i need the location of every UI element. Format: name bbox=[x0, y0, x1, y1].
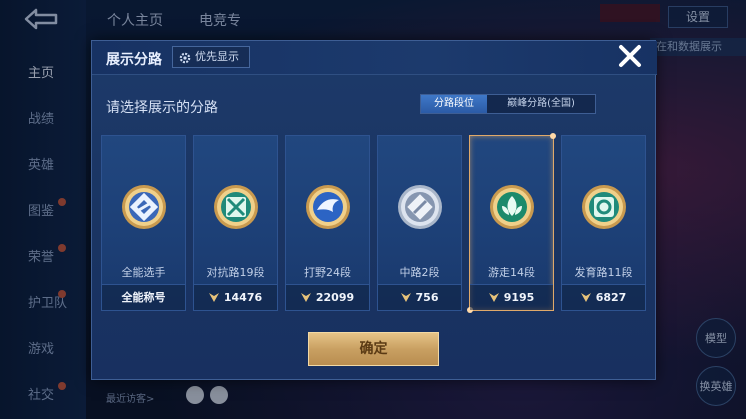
lane-card[interactable]: 中路2段 756 bbox=[377, 135, 462, 311]
all-round-emblem-icon bbox=[119, 182, 169, 232]
lane-display-modal: 展示分路 优先显示 请选择展示的分路 分路段位 巅峰分路(全国) 全能选手全能称… bbox=[91, 40, 657, 380]
segment-lane-rank[interactable]: 分路段位 bbox=[421, 95, 487, 113]
lane-rank-label: 对抗路19段 bbox=[206, 266, 265, 279]
lane-cards: 全能选手 全能称号 对抗路19段 14476 打野24段 22099 中路2段 756 游走14… bbox=[101, 133, 646, 313]
lane-card-footer: 9195 bbox=[470, 284, 553, 310]
priority-display-label: 优先显示 bbox=[195, 50, 239, 63]
lane-score-value: 9195 bbox=[503, 291, 535, 304]
selection-corner bbox=[550, 133, 556, 139]
score-chevron-icon bbox=[400, 286, 411, 302]
clash-lane-emblem-icon bbox=[211, 182, 261, 232]
mid-lane-emblem-icon bbox=[395, 182, 445, 232]
lane-rank-label: 游走14段 bbox=[488, 266, 535, 279]
lane-card-footer: 756 bbox=[378, 284, 461, 310]
score-chevron-icon bbox=[208, 286, 219, 302]
lane-card[interactable]: 对抗路19段 14476 bbox=[193, 135, 278, 311]
title-label: 全能称号 bbox=[121, 291, 166, 304]
score-chevron-icon bbox=[580, 286, 591, 302]
score-chevron-icon bbox=[300, 286, 311, 302]
lane-rank-label: 发育路11段 bbox=[574, 266, 633, 279]
lane-rank-label: 中路2段 bbox=[399, 266, 440, 279]
modal-title: 展示分路 bbox=[106, 52, 162, 68]
lane-score-value: 14476 bbox=[223, 291, 263, 304]
priority-display-button[interactable]: 优先显示 bbox=[172, 46, 250, 68]
lane-rank-label: 打野24段 bbox=[304, 266, 351, 279]
lane-score-value: 22099 bbox=[315, 291, 355, 304]
modal-subtitle: 请选择展示的分路 bbox=[106, 100, 218, 116]
lane-rank-label: 全能选手 bbox=[121, 266, 166, 279]
score-chevron-icon bbox=[488, 286, 499, 302]
lane-card[interactable]: 游走14段 9195 bbox=[467, 133, 556, 313]
lane-score-value: 6827 bbox=[595, 291, 627, 304]
lane-card-footer: 14476 bbox=[194, 284, 277, 310]
lane-score-value: 756 bbox=[415, 291, 439, 304]
lane-card-footer: 6827 bbox=[562, 284, 645, 310]
modal-header: 展示分路 优先显示 bbox=[92, 41, 657, 75]
confirm-button[interactable]: 确定 bbox=[308, 332, 439, 366]
jungle-emblem-icon bbox=[303, 182, 353, 232]
lane-card[interactable]: 发育路11段 6827 bbox=[561, 135, 646, 311]
lane-card[interactable]: 打野24段 22099 bbox=[285, 135, 370, 311]
lane-type-segment: 分路段位 巅峰分路(全国) bbox=[420, 94, 596, 114]
farm-lane-emblem-icon bbox=[579, 182, 629, 232]
segment-peak-lane[interactable]: 巅峰分路(全国) bbox=[487, 95, 595, 113]
roam-emblem-icon bbox=[487, 182, 537, 232]
close-icon[interactable] bbox=[616, 42, 644, 70]
lane-card-footer: 全能称号 bbox=[102, 284, 185, 310]
gear-icon bbox=[179, 51, 191, 64]
lane-card-footer: 22099 bbox=[286, 284, 369, 310]
lane-card[interactable]: 全能选手 全能称号 bbox=[101, 135, 186, 311]
